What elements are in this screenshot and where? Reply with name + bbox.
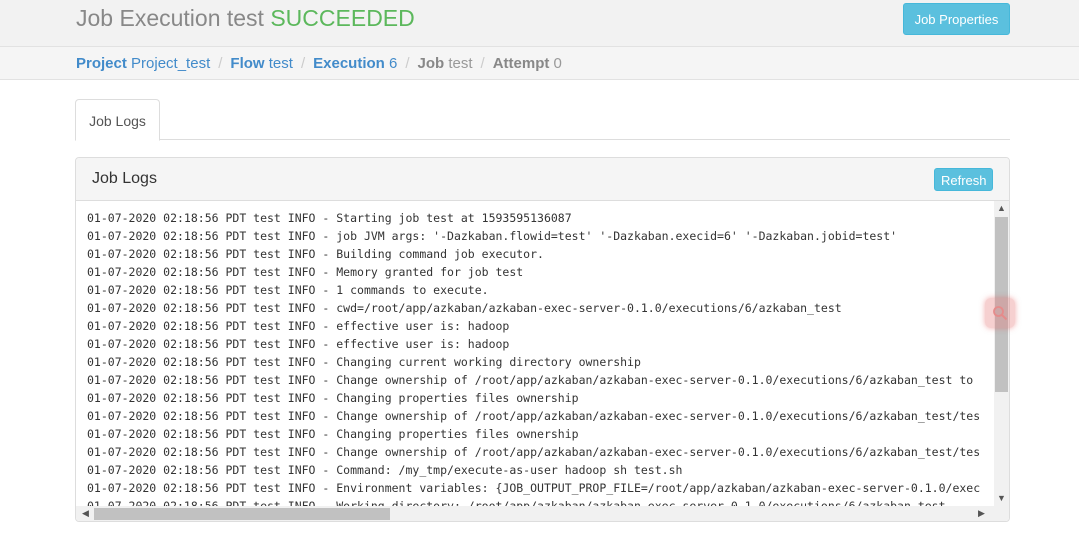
vertical-scrollbar[interactable]: ▲ ▼ [994,201,1009,506]
log-line: 01-07-2020 02:18:56 PDT test INFO - Star… [87,211,572,225]
job-properties-button[interactable]: Job Properties [903,3,1010,35]
breadcrumb: Project Project_test / Flow test / Execution… [76,55,562,72]
breadcrumb-separator: / [300,55,306,72]
log-line: 01-07-2020 02:18:56 PDT test INFO - Chan… [87,445,981,459]
page-title: Job Execution test SUCCEEDED [76,5,415,32]
breadcrumb-attempt: Attempt 0 [492,55,562,72]
magnifier-icon [993,306,1008,321]
log-line: 01-07-2020 02:18:56 PDT test INFO - Chan… [87,355,641,369]
log-line: 01-07-2020 02:18:56 PDT test INFO - job … [87,229,898,243]
breadcrumb-project[interactable]: Project Project_test [76,55,210,72]
log-line: 01-07-2020 02:18:56 PDT test INFO - Envi… [87,481,981,495]
search-icon[interactable] [985,298,1015,328]
log-line: 01-07-2020 02:18:56 PDT test INFO - effe… [87,337,510,351]
log-line: 01-07-2020 02:18:56 PDT test INFO - Chan… [87,391,579,405]
job-status: SUCCEEDED [270,5,415,31]
breadcrumb-separator: / [405,55,410,72]
job-logs-panel: Job Logs Refresh 01-07-2020 02:18:56 PDT… [75,157,1010,522]
tab-job-logs[interactable]: Job Logs [75,99,160,141]
horizontal-scrollbar[interactable]: ◀ ▶ [76,506,994,521]
refresh-button[interactable]: Refresh [934,168,993,191]
log-line: 01-07-2020 02:18:56 PDT test INFO - Chan… [87,427,579,441]
job-title: Job Execution test [76,5,264,31]
log-line: 01-07-2020 02:18:56 PDT test INFO - Chan… [87,373,974,387]
log-line: 01-07-2020 02:18:56 PDT test INFO - Work… [87,499,946,506]
scrollbar-corner [994,506,1009,521]
log-line: 01-07-2020 02:18:56 PDT test INFO - Memo… [87,265,524,279]
panel-header: Job Logs Refresh [76,158,1009,201]
breadcrumb-bar: Project Project_test / Flow test / Execution… [0,46,1079,80]
log-line: 01-07-2020 02:18:56 PDT test INFO - cwd=… [87,301,842,315]
horizontal-scroll-thumb[interactable] [94,508,390,520]
breadcrumb-separator: / [480,55,485,72]
scroll-right-arrow-icon[interactable]: ▶ [974,506,989,521]
scroll-down-arrow-icon[interactable]: ▼ [994,491,1009,506]
breadcrumb-separator: / [218,55,223,72]
log-line: 01-07-2020 02:18:56 PDT test INFO - Buil… [87,247,544,261]
scroll-up-arrow-icon[interactable]: ▲ [994,201,1009,216]
tab-bar: Job Logs [75,99,1010,141]
breadcrumb-job: Job test [417,55,473,72]
log-output[interactable]: 01-07-2020 02:18:56 PDT test INFO - Star… [76,201,994,506]
log-line: 01-07-2020 02:18:56 PDT test INFO - Comm… [87,463,683,477]
breadcrumb-flow[interactable]: Flow test [230,55,293,72]
page-header: Job Execution test SUCCEEDED Job Propert… [0,0,1079,46]
breadcrumb-execution[interactable]: Execution 6 [313,55,397,72]
log-line: 01-07-2020 02:18:56 PDT test INFO - Chan… [87,409,981,423]
log-line: 01-07-2020 02:18:56 PDT test INFO - 1 co… [87,283,489,297]
panel-title: Job Logs [92,170,157,187]
scroll-left-arrow-icon[interactable]: ◀ [78,506,93,521]
log-line: 01-07-2020 02:18:56 PDT test INFO - effe… [87,319,510,333]
